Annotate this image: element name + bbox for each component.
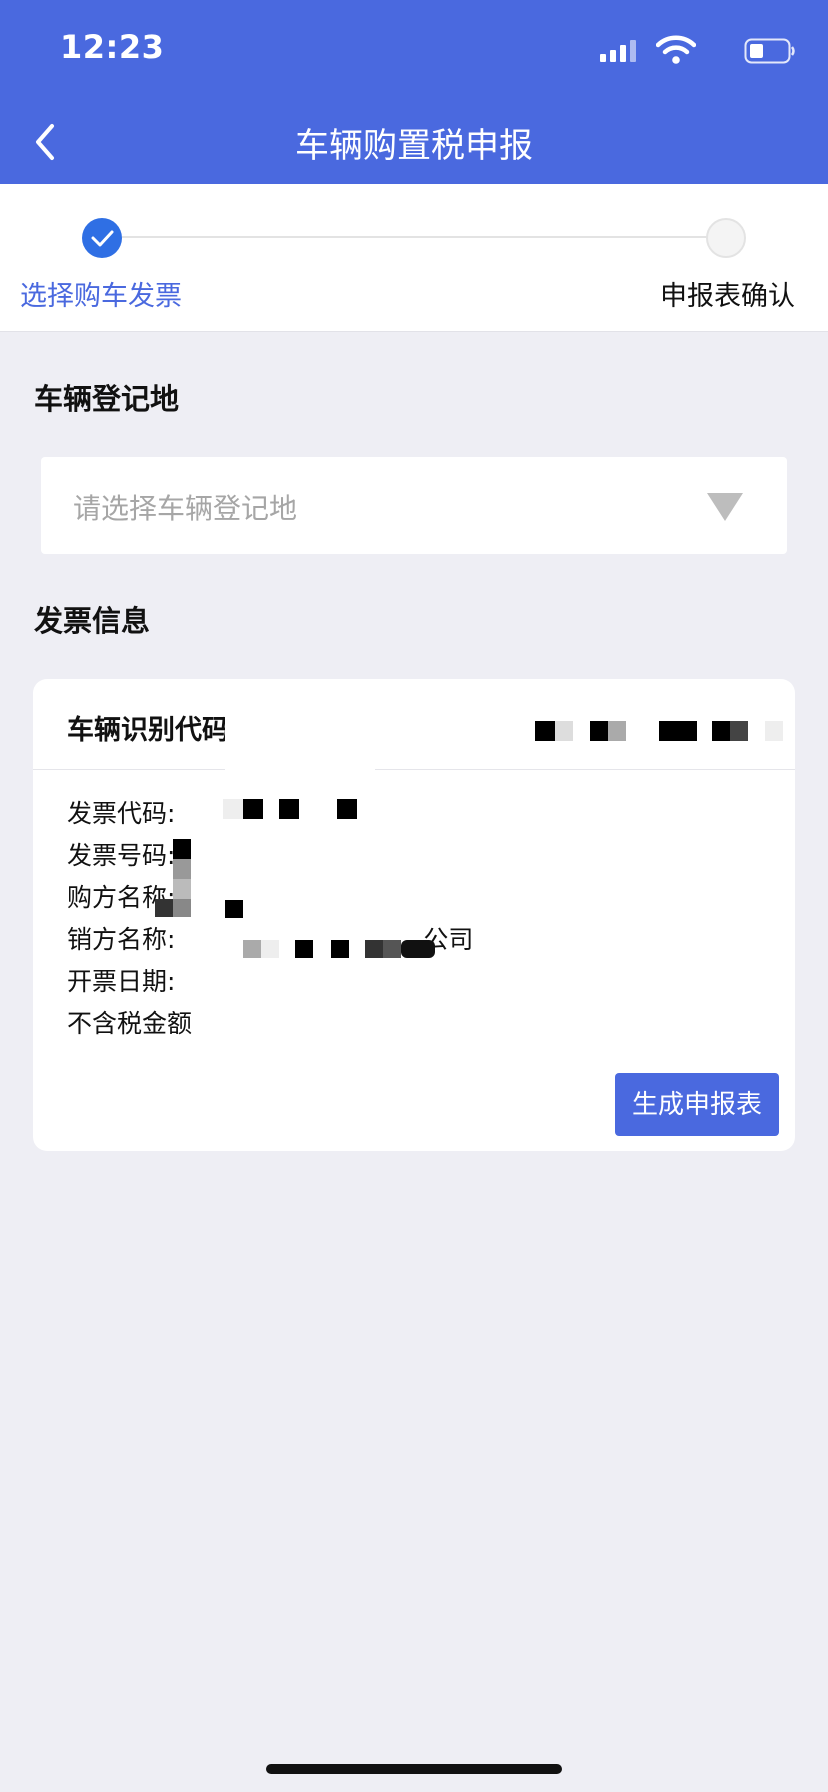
seller-name-label: 销方名称: <box>67 925 176 954</box>
seller-name-value: 公司 <box>423 925 474 954</box>
invoice-number-row: 发票号码: <box>67 836 183 872</box>
step-connector <box>122 236 710 238</box>
triangle-down-icon <box>707 493 743 521</box>
invoice-number-label: 发票号码: <box>67 841 176 870</box>
issue-date-row: 开票日期: 2021-10-26 <box>67 962 337 998</box>
registration-select[interactable]: 请选择车辆登记地 <box>41 457 787 554</box>
generate-declaration-button[interactable]: 生成申报表 <box>615 1073 779 1136</box>
registration-section-title: 车辆登记地 <box>34 382 180 416</box>
status-time: 12:23 <box>60 28 165 66</box>
vin-label: 车辆识别代码 <box>67 715 229 746</box>
buyer-name-row: 购方名称: <box>67 878 183 914</box>
amount-label: 不含税金额: <box>67 1009 201 1038</box>
issue-date-label: 开票日期: <box>67 967 176 996</box>
invoice-section-title: 发票信息 <box>34 604 151 638</box>
step-1-check-icon <box>82 218 122 258</box>
page-title: 车辆购置税申报 <box>295 126 533 166</box>
battery-icon <box>744 38 795 64</box>
invoice-card-header: 车辆识别代码 <box>33 679 795 770</box>
signal-icon <box>600 40 636 62</box>
app-header: 12:23 车辆购置税申报 <box>0 0 828 184</box>
invoice-card: 车辆识别代码 发票代码: 发票号码: 购方名称: 销方名称: 公司 开票日期: … <box>33 679 795 1151</box>
seller-name-row: 销方名称: 公司 <box>67 920 473 956</box>
invoice-code-row: 发票代码: <box>67 794 183 830</box>
issue-date-value: 2021-10-26 <box>191 967 337 996</box>
buyer-name-label: 购方名称: <box>67 883 176 912</box>
registration-select-placeholder: 请选择车辆登记地 <box>73 492 298 525</box>
invoice-code-label: 发票代码: <box>67 799 176 828</box>
amount-row: 不含税金额: 118318.58 <box>67 1004 352 1040</box>
amount-value: 118318.58 <box>216 1009 352 1038</box>
vin-redacted-mosaic <box>535 721 783 741</box>
home-indicator <box>266 1764 562 1774</box>
step-2-label: 申报表确认 <box>660 281 795 312</box>
progress-steps: 选择购车发票 申报表确认 <box>0 184 828 332</box>
wifi-icon <box>656 35 696 64</box>
step-2-circle <box>706 218 746 258</box>
step-1-label: 选择购车发票 <box>20 281 182 312</box>
